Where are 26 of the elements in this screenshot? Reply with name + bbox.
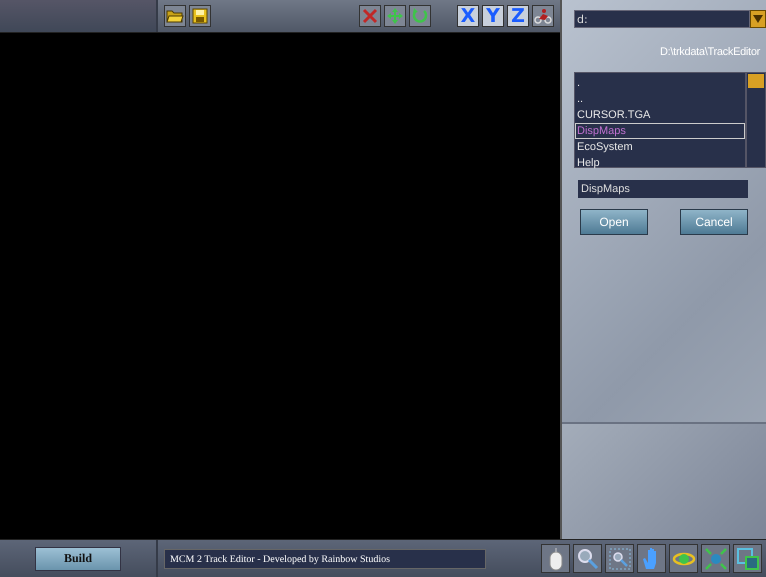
folder-icon[interactable] (164, 5, 186, 27)
bike-icon[interactable] (532, 5, 554, 27)
file-item[interactable]: Help (575, 155, 746, 171)
file-list[interactable]: . .. CURSOR.TGA DispMaps EcoSystem Help (574, 72, 746, 168)
filename-field[interactable]: DispMaps (578, 180, 748, 198)
build-button[interactable]: Build (35, 546, 121, 570)
file-item[interactable]: . (575, 75, 746, 91)
current-path: D:\trkdata\TrackEditor (660, 46, 760, 58)
mouse-icon[interactable] (541, 544, 570, 573)
file-item[interactable]: DispMaps (575, 123, 746, 139)
fit-view-icon[interactable] (701, 544, 730, 573)
save-icon[interactable] (189, 5, 211, 27)
zoom-box-icon[interactable] (605, 544, 634, 573)
rotate-icon[interactable] (409, 5, 431, 27)
file-item[interactable]: EcoSystem (575, 139, 746, 155)
drive-dropdown[interactable]: d: (574, 10, 750, 28)
file-item[interactable]: CURSOR.TGA (575, 107, 746, 123)
orbit-icon[interactable] (669, 544, 698, 573)
file-item[interactable]: .. (575, 91, 746, 107)
search-icon[interactable] (573, 544, 602, 573)
move-icon[interactable] (384, 5, 406, 27)
status-message: MCM 2 Track Editor - Developed by Rainbow Studios (164, 548, 486, 568)
hand-icon[interactable] (637, 544, 666, 573)
window-icon[interactable] (733, 544, 762, 573)
delete-icon[interactable] (359, 5, 381, 27)
scrollbar[interactable] (746, 72, 766, 168)
